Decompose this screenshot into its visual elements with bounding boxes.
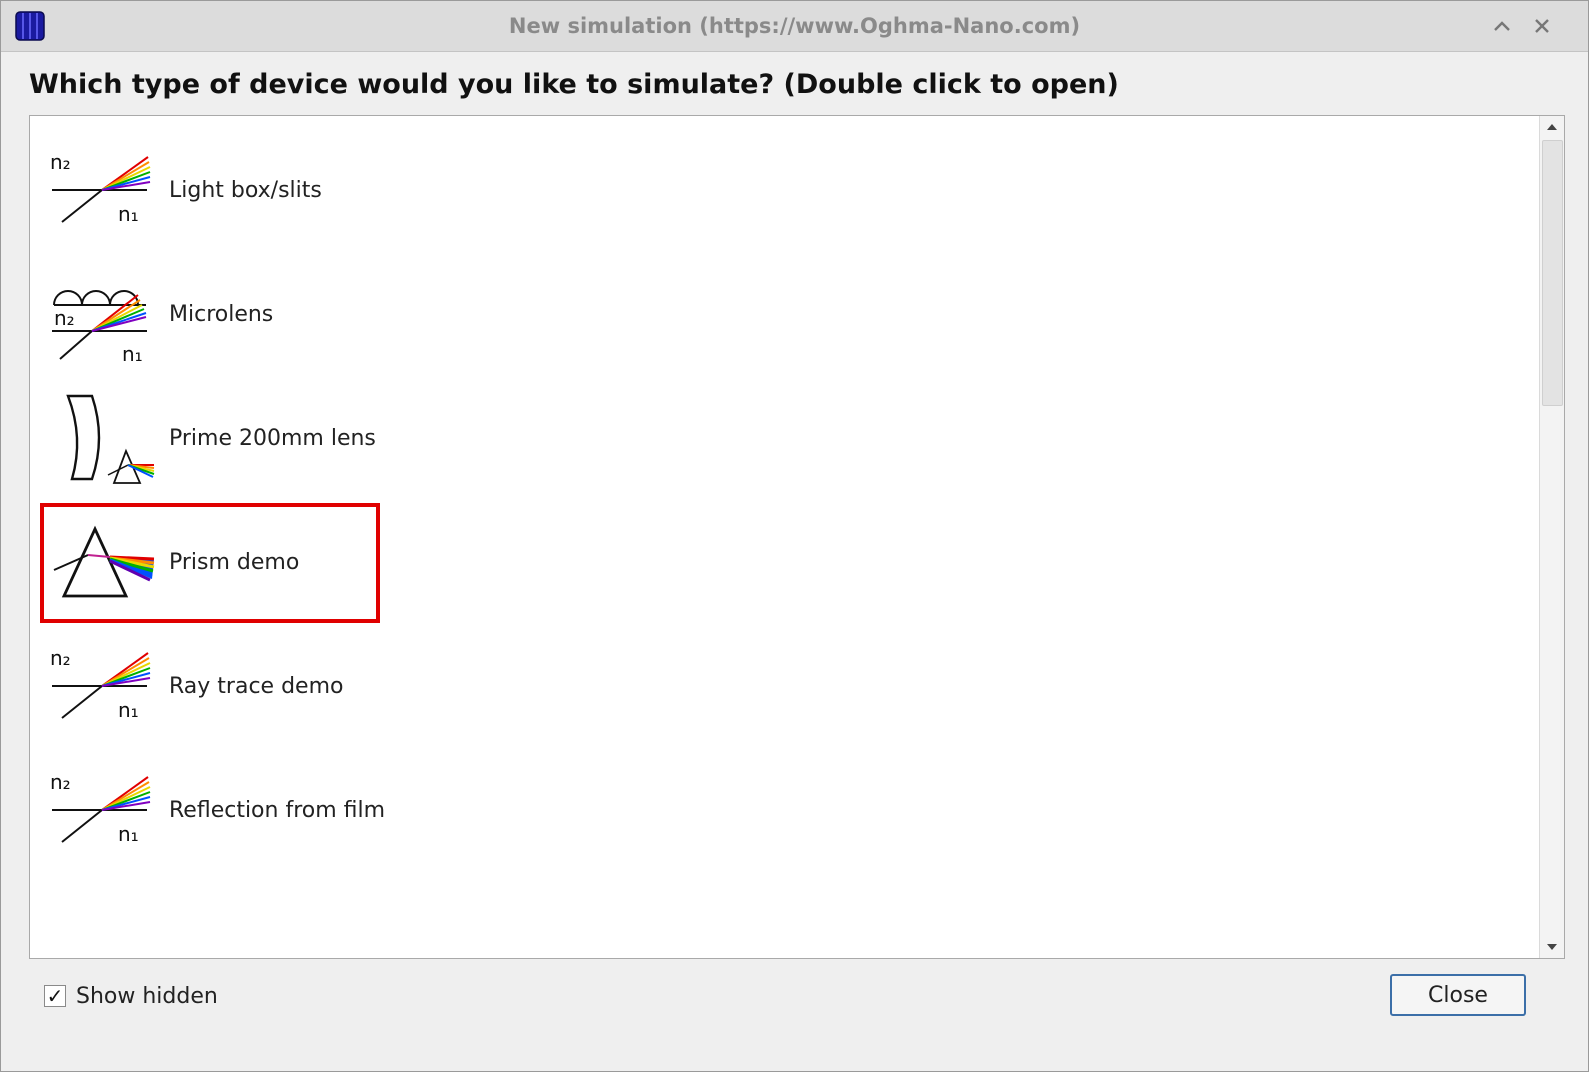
refraction-icon: n₂ n₁ [50, 646, 151, 722]
close-window-button[interactable] [1528, 12, 1556, 40]
device-item-label: Ray trace demo [169, 674, 344, 699]
device-item-light-box[interactable]: n₂ n₁ Light box/slits [40, 131, 380, 251]
scroll-up-arrow-icon [1547, 124, 1557, 130]
device-item-reflection-film[interactable]: n₂ n₁ Reflection from film [40, 751, 420, 871]
device-item-microlens[interactable]: n₂ n₁ Microlens [40, 255, 380, 375]
title-bar[interactable]: New simulation (https://www.Oghma-Nano.c… [1, 1, 1588, 52]
n1-label: n₁ [118, 822, 139, 846]
dialog-window: New simulation (https://www.Oghma-Nano.c… [0, 0, 1589, 1072]
n1-label: n₁ [122, 342, 143, 363]
n1-label: n₁ [118, 202, 139, 226]
device-item-label: Microlens [169, 302, 274, 327]
show-hidden-toggle[interactable]: ✓ Show hidden [44, 983, 218, 1009]
show-hidden-checkbox[interactable]: ✓ [44, 984, 66, 1008]
device-list[interactable]: n₂ n₁ Light box/slits n₂ n₁ Microlens Pr… [29, 115, 1565, 959]
device-item-label: Light box/slits [169, 178, 322, 203]
prism-icon [53, 525, 155, 598]
vertical-scrollbar[interactable] [1539, 116, 1564, 958]
device-item-label: Prism demo [169, 550, 300, 575]
n2-label: n₂ [50, 770, 71, 794]
refraction-icon: n₂ n₁ [50, 770, 151, 846]
microlens-icon: n₂ n₁ [52, 290, 147, 363]
scrollbar-thumb[interactable] [1542, 140, 1563, 406]
chevron-up-icon [1494, 21, 1510, 31]
close-button[interactable]: Close [1390, 974, 1526, 1016]
n1-label: n₁ [118, 698, 139, 722]
scroll-up-button[interactable] [1540, 116, 1564, 138]
n2-label: n₂ [54, 306, 75, 330]
device-item-label: Reflection from film [169, 798, 386, 823]
refraction-icon: n₂ n₁ [50, 150, 151, 226]
window-title: New simulation (https://www.Oghma-Nano.c… [508, 14, 1081, 38]
close-icon [1535, 19, 1549, 33]
n2-label: n₂ [50, 150, 71, 174]
device-item-ray-trace[interactable]: n₂ n₁ Ray trace demo [40, 627, 380, 747]
lens-icon [66, 394, 155, 484]
maximize-button[interactable] [1488, 12, 1516, 40]
device-item-prism-demo[interactable]: Prism demo [40, 503, 380, 623]
n2-label: n₂ [50, 646, 71, 670]
dialog-heading: Which type of device would you like to s… [29, 69, 1119, 100]
device-item-prime-lens[interactable]: Prime 200mm lens [40, 379, 380, 499]
device-item-label: Prime 200mm lens [169, 426, 376, 451]
scroll-down-button[interactable] [1540, 936, 1564, 958]
scroll-down-arrow-icon [1547, 944, 1557, 950]
show-hidden-label: Show hidden [76, 983, 218, 1009]
